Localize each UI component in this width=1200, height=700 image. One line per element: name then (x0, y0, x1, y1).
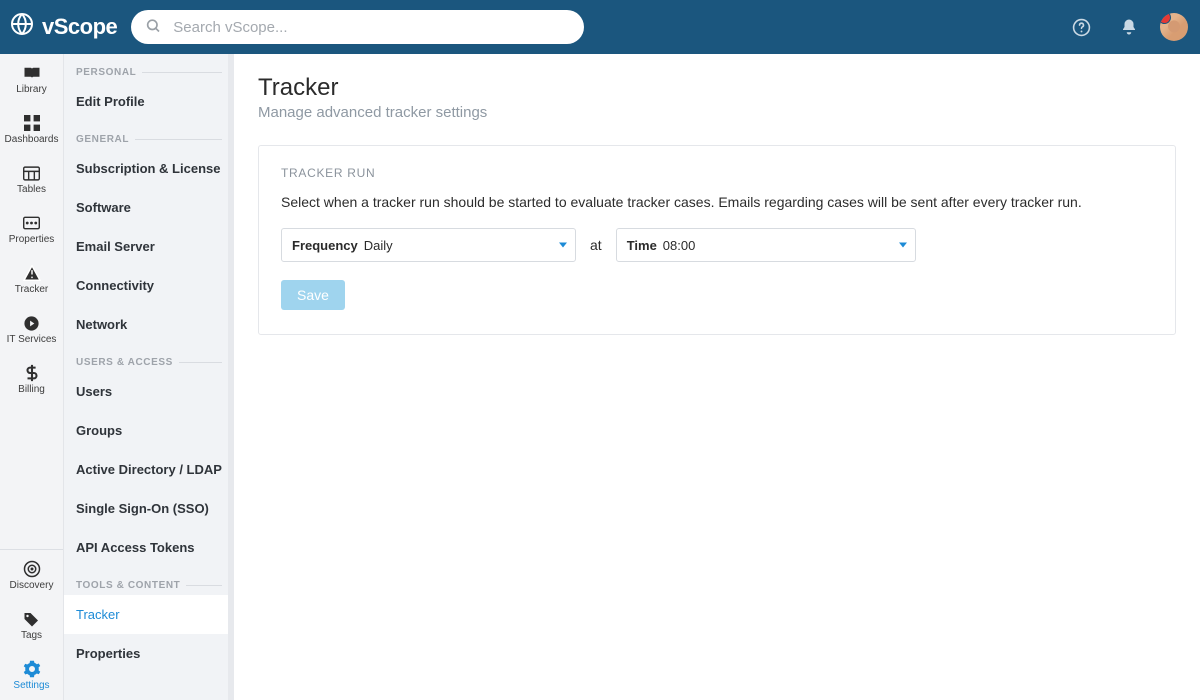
sidebar-item-software[interactable]: Software (64, 188, 234, 227)
sidebar-item-email-server[interactable]: Email Server (64, 227, 234, 266)
scrollbar-thumb[interactable] (228, 54, 234, 499)
save-button[interactable]: Save (281, 280, 345, 310)
time-select[interactable]: Time 08:00 (616, 228, 916, 262)
main-panel: Tracker Manage advanced tracker settings… (234, 54, 1200, 700)
sidebar-heading-personal: PERSONAL (64, 54, 234, 82)
sidebar-heading-users-access: USERS & ACCESS (64, 344, 234, 372)
globe-icon (10, 12, 34, 42)
rail-item-properties[interactable]: Properties (0, 204, 63, 254)
avatar-notification-badge (1160, 13, 1171, 24)
rail-item-tags[interactable]: Tags (0, 600, 63, 650)
rail-item-billing[interactable]: Billing (0, 354, 63, 404)
card-description: Select when a tracker run should be star… (281, 194, 1153, 210)
nav-rail: Library Dashboards Tables Properties (0, 54, 64, 700)
sidebar-item-users[interactable]: Users (64, 372, 234, 411)
frequency-select[interactable]: Frequency Daily (281, 228, 576, 262)
page-subtitle: Manage advanced tracker settings (258, 104, 1176, 121)
rail-item-tracker[interactable]: Tracker (0, 254, 63, 304)
search-input[interactable] (131, 10, 583, 44)
frequency-value: Daily (364, 238, 393, 253)
rail-item-discovery[interactable]: Discovery (0, 550, 63, 600)
play-circle-icon (21, 313, 43, 333)
tags-icon (21, 609, 43, 629)
table-icon (21, 163, 43, 183)
rail-item-tables[interactable]: Tables (0, 154, 63, 204)
sidebar-item-properties[interactable]: Properties (64, 634, 234, 673)
properties-icon (21, 213, 43, 233)
tracker-run-card: TRACKER RUN Select when a tracker run sh… (258, 145, 1176, 335)
chevron-down-icon (559, 243, 567, 248)
rail-item-settings[interactable]: Settings (0, 650, 63, 700)
card-heading: TRACKER RUN (281, 166, 1153, 180)
top-bar: vScope (0, 0, 1200, 54)
sidebar-item-groups[interactable]: Groups (64, 411, 234, 450)
sidebar-item-api-tokens[interactable]: API Access Tokens (64, 528, 234, 567)
rail-item-dashboards[interactable]: Dashboards (0, 104, 63, 154)
book-icon (21, 63, 43, 83)
page-title: Tracker (258, 74, 1176, 102)
settings-sidebar: PERSONAL Edit Profile GENERAL Subscripti… (64, 54, 234, 700)
sidebar-item-connectivity[interactable]: Connectivity (64, 266, 234, 305)
sidebar-item-network[interactable]: Network (64, 305, 234, 344)
sidebar-item-sso[interactable]: Single Sign-On (SSO) (64, 489, 234, 528)
discovery-icon (21, 559, 43, 579)
time-value: 08:00 (663, 238, 696, 253)
schedule-row: Frequency Daily at Time 08:00 (281, 228, 1153, 262)
bell-icon[interactable] (1112, 10, 1146, 44)
global-search (131, 10, 583, 44)
sidebar-heading-tools-content: TOOLS & CONTENT (64, 567, 234, 595)
avatar[interactable] (1160, 13, 1188, 41)
gear-icon (21, 659, 43, 679)
sidebar-item-tracker[interactable]: Tracker (64, 595, 234, 634)
brand-name: vScope (42, 14, 117, 40)
at-label: at (590, 237, 602, 253)
warning-icon (21, 263, 43, 283)
sidebar-item-ldap[interactable]: Active Directory / LDAP (64, 450, 234, 489)
chevron-down-icon (899, 243, 907, 248)
sidebar-heading-general: GENERAL (64, 121, 234, 149)
sidebar-item-edit-profile[interactable]: Edit Profile (64, 82, 234, 121)
sidebar-item-subscription[interactable]: Subscription & License (64, 149, 234, 188)
time-label: Time (627, 238, 657, 253)
help-icon[interactable] (1064, 10, 1098, 44)
brand-logo[interactable]: vScope (10, 12, 117, 42)
dashboard-icon (21, 113, 43, 133)
dollar-icon (21, 363, 43, 383)
frequency-label: Frequency (292, 238, 358, 253)
rail-item-itservices[interactable]: IT Services (0, 304, 63, 354)
rail-item-library[interactable]: Library (0, 54, 63, 104)
